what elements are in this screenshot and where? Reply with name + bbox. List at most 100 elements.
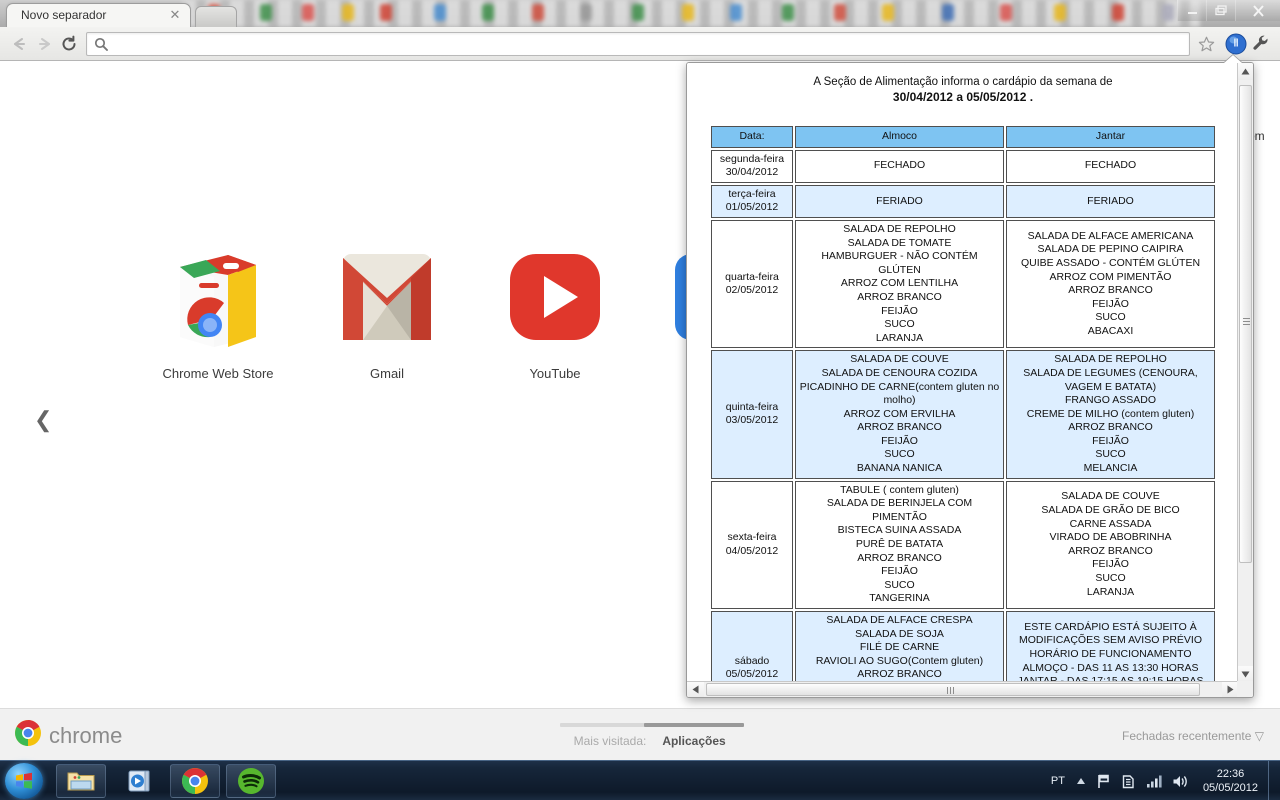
windows-taskbar: PT 22:36 05/05/2012 — [0, 760, 1280, 800]
cell-lunch: SALADA DE COUVE SALADA DE CENOURA COZIDA P… — [795, 350, 1004, 479]
theme-artwork — [182, 0, 1200, 27]
back-button[interactable] — [8, 33, 30, 55]
menu-intro: A Seção de Alimentação informa o cardápi… — [701, 75, 1225, 106]
scrollbar-grip — [1243, 318, 1250, 325]
table-row: sexta-feira 04/05/2012 TABULE ( contem glu… — [711, 480, 1215, 609]
network-icon[interactable] — [1121, 774, 1136, 789]
tab-title: Novo separador — [21, 8, 107, 22]
signal-bars-icon[interactable] — [1146, 774, 1162, 788]
recently-closed-label: Fechadas recentemente — [1122, 729, 1252, 743]
chrome-wordmark: chrome — [49, 722, 123, 748]
tray-date: 05/05/2012 — [1202, 782, 1258, 794]
show-desktop-button[interactable] — [1268, 761, 1280, 800]
table-body: segunda-feira 30/04/2012 FECHADO FECHADO ter… — [711, 149, 1215, 683]
window-minimize-button[interactable] — [1177, 0, 1206, 21]
cell-dinner: FERIADO — [1006, 184, 1215, 218]
cell-date: sábado 05/05/2012 — [711, 611, 793, 683]
cell-date: segunda-feira 30/04/2012 — [711, 149, 793, 183]
window-controls — [1177, 0, 1280, 22]
cell-date: sexta-feira 04/05/2012 — [711, 480, 793, 609]
cell-date: terça-feira 01/05/2012 — [711, 184, 793, 218]
popup-vertical-scrollbar[interactable] — [1237, 63, 1253, 683]
table-header-row: Data: Almoco Jantar — [711, 126, 1215, 148]
table-row: quarta-feira 02/05/2012 SALADA DE REPOLHO S… — [711, 219, 1215, 349]
chevron-down-icon: ▽ — [1254, 729, 1264, 743]
address-bar[interactable] — [86, 32, 1190, 56]
taskbar-item-chrome[interactable] — [170, 764, 220, 798]
cell-lunch: FERIADO — [795, 184, 1004, 218]
bookmark-star-icon[interactable] — [1198, 36, 1215, 58]
tray-language[interactable]: PT — [1051, 775, 1065, 787]
weekly-menu-table: Data: Almoco Jantar segunda-feira 30/04/2… — [709, 124, 1217, 683]
tab-label: Mais visitada: — [573, 734, 647, 748]
menu-document: A Seção de Alimentação informa o cardápi… — [687, 63, 1239, 683]
scrollbar-grip — [947, 687, 956, 694]
gmail-icon — [307, 242, 467, 352]
tray-time: 22:36 — [1216, 768, 1245, 780]
speaker-icon[interactable] — [1172, 774, 1189, 789]
window-restore-button[interactable] — [1206, 0, 1235, 21]
cell-date: quarta-feira 02/05/2012 — [711, 219, 793, 349]
cell-lunch: FECHADO — [795, 149, 1004, 183]
chrome-browser-window: Novo separador ✕ ❮ Chrome Web Store Gmai… — [0, 0, 1280, 760]
tab-indicator-bar — [644, 723, 744, 727]
new-tab-button[interactable] — [195, 6, 237, 27]
extension-icon[interactable] — [1225, 33, 1247, 55]
column-header-date: Data: — [711, 126, 793, 148]
cell-dinner: FECHADO — [1006, 149, 1215, 183]
system-tray: PT 22:36 05/05/2012 — [1051, 761, 1280, 800]
app-label: Chrome Web Store — [162, 366, 274, 381]
table-row: quinta-feira 03/05/2012 SALADA DE COUVE SAL… — [711, 350, 1215, 479]
extension-popup-window: A Seção de Alimentação informa o cardápi… — [686, 62, 1254, 698]
reload-button[interactable] — [58, 33, 80, 55]
taskbar-item-media-player[interactable] — [114, 764, 164, 798]
wrench-icon[interactable] — [1252, 34, 1270, 57]
table-row: terça-feira 01/05/2012 FERIADO FERIADO — [711, 184, 1215, 218]
scroll-up-arrow-icon[interactable] — [1238, 63, 1253, 80]
chevron-up-icon[interactable] — [1076, 777, 1086, 785]
cell-date: quinta-feira 03/05/2012 — [711, 350, 793, 479]
scroll-left-arrow-icon[interactable] — [687, 682, 704, 697]
menu-intro-line-2: 30/04/2012 a 05/05/2012 . — [892, 90, 1034, 104]
forward-button[interactable] — [34, 33, 56, 55]
cell-dinner: SALADA DE COUVE SALADA DE GRÃO DE BICO CAR… — [1006, 480, 1215, 609]
tab-label: Aplicações — [662, 734, 726, 748]
cell-dinner: SALADA DE REPOLHO SALADA DE LEGUMES (CENO… — [1006, 350, 1215, 479]
address-bar-input[interactable] — [115, 36, 1175, 54]
table-row: sábado 05/05/2012 SALADA DE ALFACE CRESPA S… — [711, 611, 1215, 683]
scrollbar-thumb-vertical[interactable] — [1239, 85, 1252, 563]
new-tab-footer: chrome Mais visitada: Aplicações Fechada… — [0, 708, 1280, 760]
column-header-dinner: Jantar — [1006, 126, 1215, 148]
column-header-lunch: Almoco — [795, 126, 1004, 148]
cell-lunch: SALADA DE ALFACE CRESPA SALADA DE SOJA FIL… — [795, 611, 1004, 683]
table-row: segunda-feira 30/04/2012 FECHADO FECHADO — [711, 149, 1215, 183]
popup-arrow — [1224, 55, 1242, 63]
cell-lunch: SALADA DE REPOLHO SALADA DE TOMATE HAMBURG… — [795, 219, 1004, 349]
youtube-icon — [475, 242, 635, 352]
app-tile-chrome-web-store[interactable]: Chrome Web Store — [138, 242, 298, 381]
app-label: YouTube — [529, 366, 581, 381]
cell-dinner: ESTE CARDÁPIO ESTÁ SUJEITO À MODIFICAÇÕE… — [1006, 611, 1215, 683]
cell-dinner: SALADA DE ALFACE AMERICANA SALADA DE PEPI… — [1006, 219, 1215, 349]
recently-closed-menu[interactable]: Fechadas recentemente ▽ — [1122, 729, 1264, 743]
app-tile-gmail[interactable]: Gmail — [307, 242, 467, 381]
tab-apps[interactable]: Aplicações — [644, 723, 744, 748]
app-label: Gmail — [370, 366, 404, 381]
scrollbar-thumb-horizontal[interactable] — [706, 683, 1200, 696]
action-center-flag-icon[interactable] — [1096, 774, 1111, 789]
browser-tab[interactable]: Novo separador ✕ — [6, 3, 191, 27]
tab-strip: Novo separador ✕ — [0, 0, 1280, 27]
search-icon — [94, 37, 108, 56]
app-tile-youtube[interactable]: YouTube — [475, 242, 635, 381]
taskbar-item-spotify[interactable] — [226, 764, 276, 798]
windows-start-icon[interactable] — [5, 763, 43, 799]
browser-toolbar — [0, 27, 1280, 61]
window-close-button[interactable] — [1235, 0, 1280, 21]
tray-clock[interactable]: 22:36 05/05/2012 — [1203, 767, 1258, 795]
popup-horizontal-scrollbar[interactable] — [687, 681, 1239, 697]
tab-close-icon[interactable]: ✕ — [168, 8, 182, 22]
chrome-brand: chrome — [14, 719, 122, 752]
menu-intro-line-1: A Seção de Alimentação informa o cardápi… — [813, 76, 1113, 88]
popup-content-viewport: A Seção de Alimentação informa o cardápi… — [687, 63, 1239, 683]
taskbar-item-file-explorer[interactable] — [56, 764, 106, 798]
